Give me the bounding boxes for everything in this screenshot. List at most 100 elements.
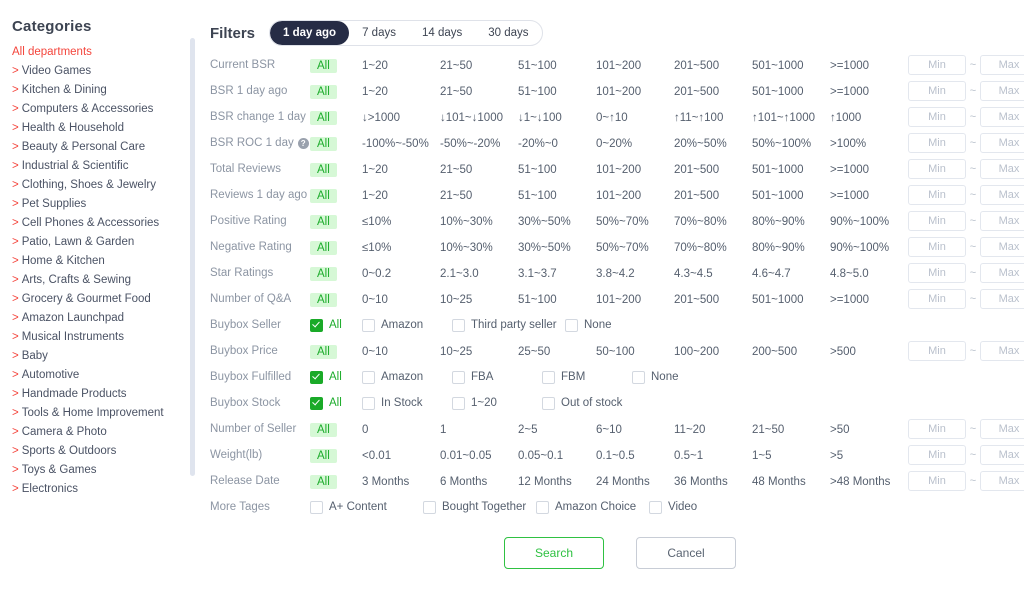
max-input[interactable]: [980, 81, 1024, 101]
category-item[interactable]: > Clothing, Shoes & Jewelry: [12, 176, 196, 195]
filter-option[interactable]: 21~50: [440, 86, 472, 98]
filter-checkbox[interactable]: In Stock: [362, 396, 452, 410]
filter-checkbox[interactable]: Amazon: [362, 318, 452, 332]
filter-checkbox[interactable]: FBM: [542, 370, 632, 384]
filter-option[interactable]: 501~1000: [752, 190, 804, 202]
filter-option[interactable]: -20%~0: [518, 138, 558, 150]
filter-option[interactable]: >50: [830, 424, 850, 436]
filter-option-all[interactable]: All: [310, 475, 337, 489]
filter-option[interactable]: 100~200: [674, 346, 719, 358]
min-input[interactable]: [908, 107, 966, 127]
category-item[interactable]: > Arts, Crafts & Sewing: [12, 271, 196, 290]
category-item[interactable]: > Amazon Launchpad: [12, 309, 196, 328]
filter-option[interactable]: ≤10%: [362, 242, 391, 254]
max-input[interactable]: [980, 341, 1024, 361]
max-input[interactable]: [980, 55, 1024, 75]
checkbox-icon[interactable]: [362, 396, 375, 410]
filter-option[interactable]: 51~100: [518, 86, 557, 98]
filter-option[interactable]: 70%~80%: [674, 216, 727, 228]
category-item[interactable]: > Sports & Outdoors: [12, 442, 196, 461]
filter-option[interactable]: 0~10: [362, 294, 388, 306]
filter-option[interactable]: 0.1~0.5: [596, 450, 635, 462]
filter-option[interactable]: 21~50: [440, 60, 472, 72]
filter-option[interactable]: 2.1~3.0: [440, 268, 479, 280]
filter-option[interactable]: 201~500: [674, 294, 719, 306]
category-item[interactable]: > Beauty & Personal Care: [12, 138, 196, 157]
filter-option[interactable]: 10%~30%: [440, 242, 493, 254]
filter-checkbox[interactable]: Bought Together: [423, 500, 536, 514]
filter-option-all[interactable]: All: [310, 241, 337, 255]
filter-option[interactable]: 1~20: [362, 164, 388, 176]
filter-option[interactable]: 30%~50%: [518, 242, 571, 254]
category-item[interactable]: > Grocery & Gourmet Food: [12, 290, 196, 309]
checkbox-icon[interactable]: [452, 370, 465, 384]
filter-option[interactable]: 36 Months: [674, 476, 728, 488]
filter-option[interactable]: 50%~100%: [752, 138, 811, 150]
checkbox-icon[interactable]: [423, 500, 436, 514]
max-input[interactable]: [980, 289, 1024, 309]
filter-option[interactable]: ↑1000: [830, 112, 861, 124]
min-input[interactable]: [908, 211, 966, 231]
category-item[interactable]: > Camera & Photo: [12, 423, 196, 442]
filter-option[interactable]: 501~1000: [752, 60, 804, 72]
filter-option-all[interactable]: All: [310, 85, 337, 99]
min-input[interactable]: [908, 133, 966, 153]
filter-option[interactable]: 90%~100%: [830, 242, 889, 254]
filter-option[interactable]: 21~50: [440, 164, 472, 176]
min-input[interactable]: [908, 471, 966, 491]
checkbox-icon[interactable]: [452, 318, 465, 332]
filter-option[interactable]: 501~1000: [752, 86, 804, 98]
filter-option[interactable]: 50%~70%: [596, 242, 649, 254]
category-item[interactable]: > Electronics: [12, 480, 196, 499]
checkbox-icon[interactable]: [542, 370, 555, 384]
filter-option-all[interactable]: All: [310, 449, 337, 463]
max-input[interactable]: [980, 445, 1024, 465]
filter-checkbox[interactable]: Third party seller: [452, 318, 565, 332]
filter-option[interactable]: 4.6~4.7: [752, 268, 791, 280]
checkbox-icon[interactable]: [632, 370, 645, 384]
filter-option[interactable]: 501~1000: [752, 164, 804, 176]
filter-option[interactable]: 11~20: [674, 424, 705, 436]
filter-option[interactable]: 101~200: [596, 190, 641, 202]
filter-option[interactable]: 3.1~3.7: [518, 268, 557, 280]
filter-option[interactable]: 1~5: [752, 450, 772, 462]
filter-checkbox[interactable]: None: [565, 318, 655, 332]
range-tab[interactable]: 30 days: [475, 21, 541, 45]
filter-option[interactable]: >5: [830, 450, 843, 462]
filter-option-all[interactable]: All: [310, 215, 337, 229]
filter-option[interactable]: 3 Months: [362, 476, 409, 488]
filter-option-all[interactable]: All: [310, 59, 337, 73]
max-input[interactable]: [980, 263, 1024, 283]
filter-option-all[interactable]: All: [310, 423, 337, 437]
filter-option[interactable]: >100%: [830, 138, 866, 150]
filter-option[interactable]: 201~500: [674, 164, 719, 176]
filter-option-all[interactable]: All: [310, 189, 337, 203]
filter-option[interactable]: 201~500: [674, 86, 719, 98]
category-item[interactable]: > Kitchen & Dining: [12, 81, 196, 100]
max-input[interactable]: [980, 185, 1024, 205]
filter-option[interactable]: 0.01~0.05: [440, 450, 491, 462]
checkbox-icon[interactable]: [536, 500, 549, 514]
filter-option[interactable]: <0.01: [362, 450, 391, 462]
filter-option[interactable]: 51~100: [518, 164, 557, 176]
max-input[interactable]: [980, 133, 1024, 153]
help-icon[interactable]: ?: [297, 137, 309, 149]
max-input[interactable]: [980, 237, 1024, 257]
category-item[interactable]: > Industrial & Scientific: [12, 157, 196, 176]
filter-option[interactable]: 30%~50%: [518, 216, 571, 228]
filter-option[interactable]: 201~500: [674, 60, 719, 72]
min-input[interactable]: [908, 419, 966, 439]
filter-option[interactable]: 101~200: [596, 164, 641, 176]
filter-option[interactable]: -50%~-20%: [440, 138, 500, 150]
filter-option[interactable]: 2~5: [518, 424, 538, 436]
category-item[interactable]: > Tools & Home Improvement: [12, 404, 196, 423]
max-input[interactable]: [980, 471, 1024, 491]
category-item[interactable]: > Baby: [12, 347, 196, 366]
filter-checkbox[interactable]: All: [310, 370, 362, 384]
filter-checkbox[interactable]: All: [310, 318, 362, 332]
filter-option[interactable]: 21~50: [752, 424, 784, 436]
filter-checkbox[interactable]: All: [310, 396, 362, 410]
min-input[interactable]: [908, 159, 966, 179]
filter-option[interactable]: 501~1000: [752, 294, 804, 306]
filter-option[interactable]: 0.5~1: [674, 450, 703, 462]
